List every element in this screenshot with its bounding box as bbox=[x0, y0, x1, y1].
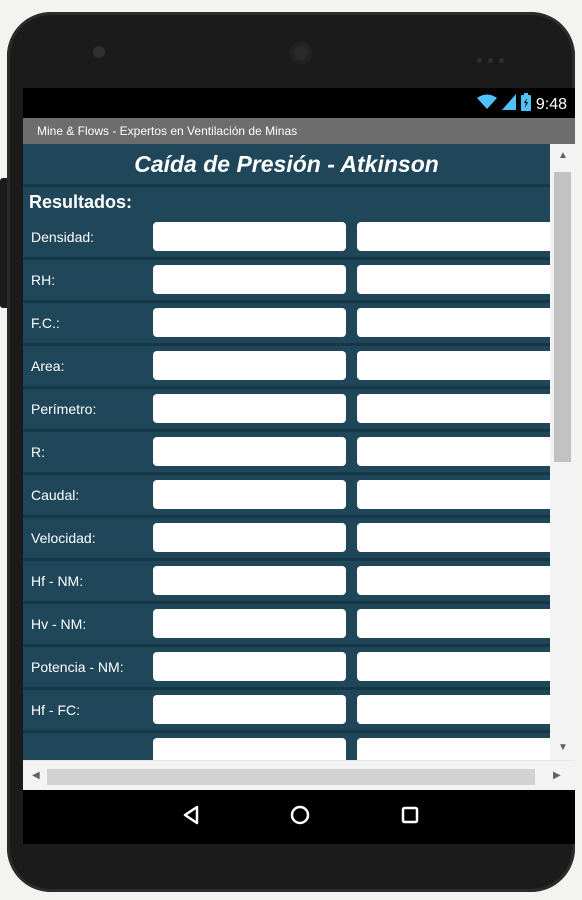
scroll-left-icon[interactable]: ◀ bbox=[32, 770, 40, 781]
form-heading: Caída de Presión - Atkinson bbox=[23, 144, 550, 187]
results-subheading: Resultados: bbox=[29, 192, 133, 212]
result-value-field[interactable] bbox=[153, 695, 346, 724]
result-label: Hf - FC: bbox=[31, 702, 80, 718]
result-row: Area: bbox=[23, 346, 550, 389]
result-unit-field[interactable] bbox=[357, 695, 550, 724]
scroll-up-icon[interactable]: ▲ bbox=[558, 150, 568, 161]
result-value-field[interactable] bbox=[153, 222, 346, 251]
results-panel: Caída de Presión - Atkinson Resultados: … bbox=[23, 144, 550, 760]
result-row: Densidad: bbox=[23, 217, 550, 260]
result-row: Velocidad: bbox=[23, 518, 550, 561]
result-unit-field[interactable] bbox=[357, 523, 550, 552]
result-label: R: bbox=[31, 444, 45, 460]
result-unit-field[interactable] bbox=[357, 738, 550, 760]
result-value-field[interactable] bbox=[153, 437, 346, 466]
navigation-bar bbox=[23, 790, 575, 844]
results-list: Densidad: RH: F.C.: Area: Perímetro: R: Caudal… bbox=[23, 217, 550, 760]
result-value-field[interactable] bbox=[153, 523, 346, 552]
result-label: Velocidad: bbox=[31, 530, 96, 546]
app-title: Mine & Flows - Expertos en Ventilación d… bbox=[37, 124, 298, 138]
camera-icon bbox=[290, 42, 312, 64]
wifi-icon bbox=[476, 94, 497, 115]
horizontal-scroll-thumb[interactable] bbox=[47, 769, 535, 785]
phone-frame: 9:48 Mine & Flows - Expertos en Ventilac… bbox=[7, 12, 575, 892]
result-unit-field[interactable] bbox=[357, 394, 550, 423]
result-row: RH: bbox=[23, 260, 550, 303]
result-unit-field[interactable] bbox=[357, 222, 550, 251]
result-unit-field[interactable] bbox=[357, 609, 550, 638]
result-row: Hf - FC: bbox=[23, 690, 550, 733]
result-row bbox=[23, 733, 550, 760]
back-icon[interactable] bbox=[181, 804, 201, 831]
result-label: Area: bbox=[31, 358, 65, 374]
result-value-field[interactable] bbox=[153, 394, 346, 423]
result-value-field[interactable] bbox=[153, 480, 346, 509]
battery-icon bbox=[520, 93, 531, 116]
result-label: Hv - NM: bbox=[31, 616, 87, 632]
result-label: Hf - NM: bbox=[31, 573, 84, 589]
app-title-bar: Mine & Flows - Expertos en Ventilación d… bbox=[23, 118, 575, 144]
status-time: 9:48 bbox=[535, 95, 567, 113]
result-row: Hf - NM: bbox=[23, 561, 550, 604]
result-row: Perímetro: bbox=[23, 389, 550, 432]
result-row: Hv - NM: bbox=[23, 604, 550, 647]
result-value-field[interactable] bbox=[153, 566, 346, 595]
result-value-field[interactable] bbox=[153, 351, 346, 380]
result-row: Potencia - NM: bbox=[23, 647, 550, 690]
result-label: Perímetro: bbox=[31, 401, 97, 417]
result-value-field[interactable] bbox=[153, 265, 346, 294]
result-label: F.C.: bbox=[31, 315, 60, 331]
result-value-field[interactable] bbox=[153, 652, 346, 681]
result-value-field[interactable] bbox=[153, 308, 346, 337]
result-label: Potencia - NM: bbox=[31, 659, 124, 675]
signal-icon bbox=[501, 94, 516, 115]
scroll-right-icon[interactable]: ▶ bbox=[553, 770, 561, 781]
vertical-scroll-thumb[interactable] bbox=[554, 172, 571, 462]
result-unit-field[interactable] bbox=[357, 308, 550, 337]
home-icon[interactable] bbox=[289, 804, 311, 831]
scroll-down-icon[interactable]: ▼ bbox=[558, 742, 568, 753]
result-unit-field[interactable] bbox=[357, 351, 550, 380]
result-label: RH: bbox=[31, 272, 56, 288]
result-label: Caudal: bbox=[31, 487, 80, 503]
screen: 9:48 Mine & Flows - Expertos en Ventilac… bbox=[23, 88, 575, 844]
vertical-scrollbar[interactable]: ▲ ▼ bbox=[550, 144, 575, 760]
horizontal-scrollbar[interactable]: ◀ ▶ bbox=[23, 760, 575, 791]
result-row: Caudal: bbox=[23, 475, 550, 518]
result-unit-field[interactable] bbox=[357, 566, 550, 595]
result-row: R: bbox=[23, 432, 550, 475]
result-row: F.C.: bbox=[23, 303, 550, 346]
power-button[interactable] bbox=[0, 178, 7, 308]
result-value-field[interactable] bbox=[153, 738, 346, 760]
sensor-dots bbox=[477, 50, 527, 63]
result-unit-field[interactable] bbox=[357, 265, 550, 294]
recents-icon[interactable] bbox=[400, 804, 420, 831]
status-bar: 9:48 bbox=[23, 88, 575, 118]
result-unit-field[interactable] bbox=[357, 652, 550, 681]
result-unit-field[interactable] bbox=[357, 437, 550, 466]
speaker-icon bbox=[93, 46, 105, 58]
result-label: Densidad: bbox=[31, 229, 95, 245]
result-unit-field[interactable] bbox=[357, 480, 550, 509]
result-value-field[interactable] bbox=[153, 609, 346, 638]
